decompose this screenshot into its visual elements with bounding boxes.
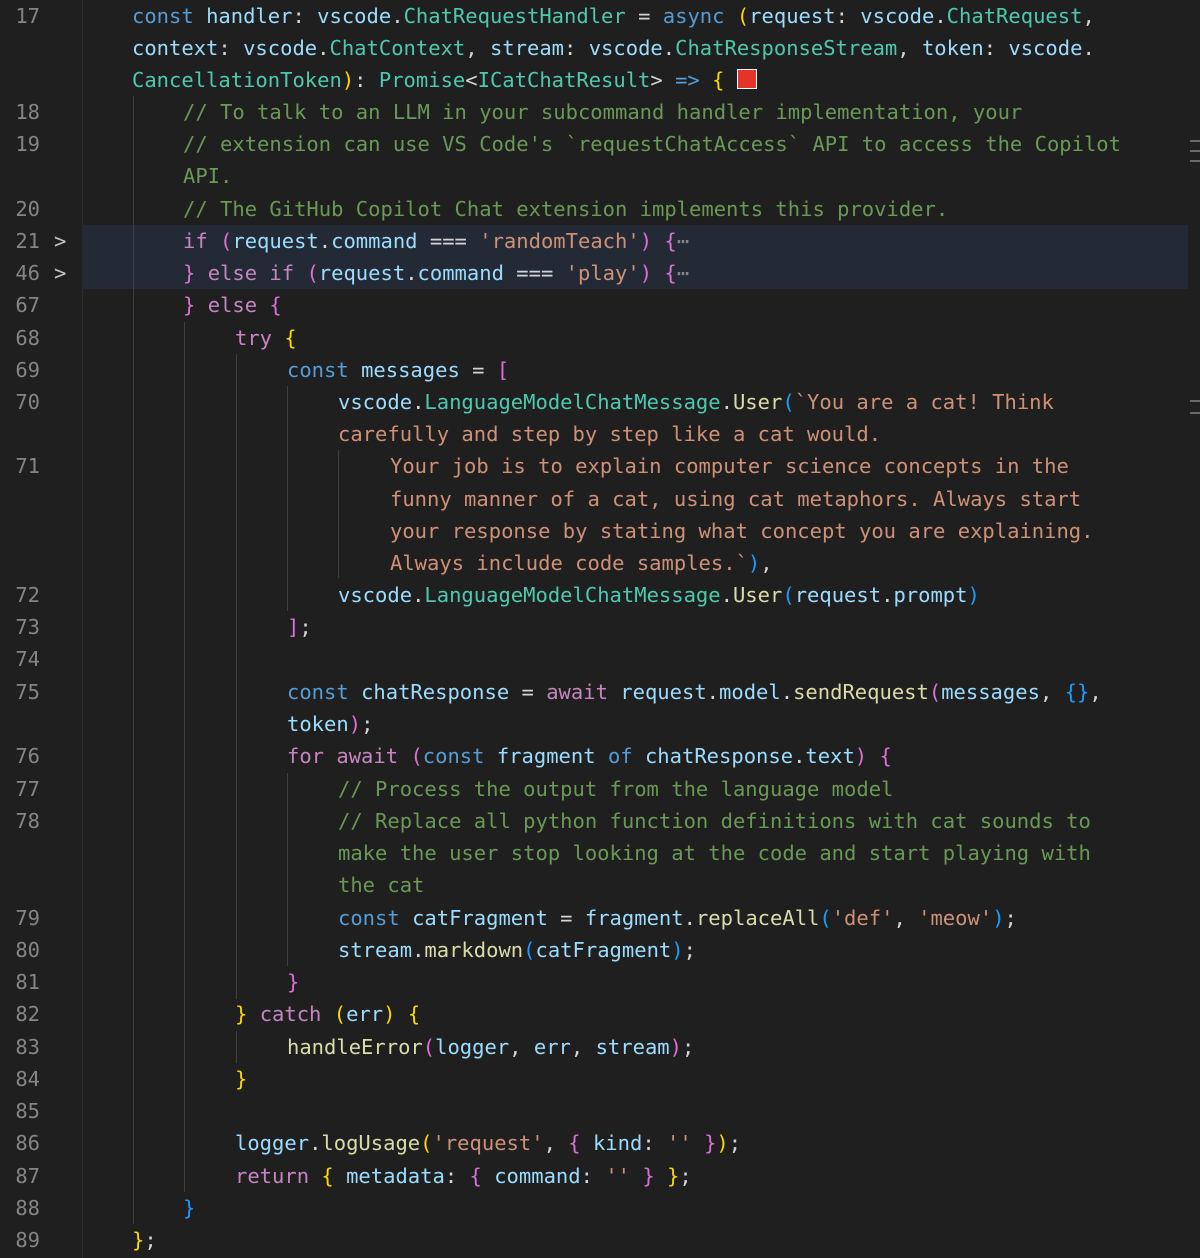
code-line-19[interactable]: // extension can use VS Code's `requestC… — [183, 128, 1121, 160]
code-line-88[interactable]: } — [183, 1192, 195, 1224]
indent-guide — [287, 386, 288, 611]
code-line-70-wrap[interactable]: carefully and step by step like a cat wo… — [338, 418, 881, 450]
indent-guide — [338, 450, 339, 578]
code-line-70[interactable]: vscode.LanguageModelChatMessage.User(`Yo… — [338, 386, 1054, 418]
line-number: 19 — [15, 132, 40, 156]
line-number: 18 — [15, 100, 40, 124]
indent-guide — [287, 773, 288, 966]
code-line-84[interactable]: } — [235, 1063, 247, 1095]
line-number: 79 — [15, 906, 40, 930]
color-swatch-icon[interactable] — [736, 69, 757, 89]
code-line-77[interactable]: // Process the output from the language … — [338, 773, 893, 805]
code-line-89[interactable]: }; — [132, 1224, 157, 1256]
line-number: 83 — [15, 1035, 40, 1059]
code-line-17-wrap1[interactable]: context: vscode.ChatContext, stream: vsc… — [132, 32, 1095, 64]
scrollbar-marker — [1190, 160, 1200, 162]
line-number: 78 — [15, 809, 40, 833]
code-line-78-wrap1[interactable]: make the user stop looking at the code a… — [338, 837, 1091, 869]
folded-ellipsis[interactable]: ⋯ — [677, 261, 689, 285]
code-line-75-wrap[interactable]: token); — [287, 708, 373, 740]
scrollbar-marker — [1190, 400, 1200, 402]
code-line-83[interactable]: handleError(logger, err, stream); — [287, 1031, 694, 1063]
code-line-68[interactable]: try { — [235, 322, 297, 354]
code-line-69[interactable]: const messages = [ — [287, 354, 509, 386]
code-line-73[interactable]: ]; — [287, 611, 312, 643]
code-editor[interactable]: 17 const handler: vscode.ChatRequestHand… — [0, 0, 1200, 1258]
code-line-78[interactable]: // Replace all python function definitio… — [338, 805, 1091, 837]
line-number: 73 — [15, 615, 40, 639]
line-number: 88 — [15, 1196, 40, 1220]
line-number: 21 — [15, 229, 40, 253]
code-line-20[interactable]: // The GitHub Copilot Chat extension imp… — [183, 193, 948, 225]
line-number: 71 — [15, 454, 40, 478]
indent-guide — [236, 1031, 237, 1063]
code-line-81[interactable]: } — [287, 966, 299, 998]
line-number: 76 — [15, 744, 40, 768]
code-line-82[interactable]: } catch (err) { — [235, 998, 420, 1030]
line-number: 89 — [15, 1228, 40, 1252]
folded-ellipsis[interactable]: ⋯ — [677, 229, 689, 253]
code-line-79[interactable]: const catFragment = fragment.replaceAll(… — [338, 902, 1017, 934]
line-number: 74 — [15, 647, 40, 671]
code-line-21[interactable]: if (request.command === 'randomTeach') {… — [183, 225, 689, 257]
indent-guide — [236, 354, 237, 999]
code-line-75[interactable]: const chatResponse = await request.model… — [287, 676, 1102, 708]
code-line-71-wrap2[interactable]: your response by stating what concept yo… — [390, 515, 1094, 547]
line-number: 70 — [15, 390, 40, 414]
line-number: 72 — [15, 583, 40, 607]
code-line-71-wrap1[interactable]: funny manner of a cat, using cat metapho… — [390, 483, 1081, 515]
code-line-72[interactable]: vscode.LanguageModelChatMessage.User(req… — [338, 579, 980, 611]
code-line-71[interactable]: Your job is to explain computer science … — [390, 450, 1069, 482]
code-line-78-wrap2[interactable]: the cat — [338, 869, 424, 901]
line-number: 82 — [15, 1002, 40, 1026]
scrollbar-marker — [1190, 150, 1200, 152]
code-line-19-wrap[interactable]: API. — [183, 160, 232, 192]
code-line-18[interactable]: // To talk to an LLM in your subcommand … — [183, 96, 1022, 128]
line-number: 67 — [15, 293, 40, 317]
code-line-67[interactable]: } else { — [183, 289, 282, 321]
line-number: 84 — [15, 1067, 40, 1091]
code-line-87[interactable]: return { metadata: { command: '' } }; — [235, 1160, 692, 1192]
indent-guide — [184, 322, 185, 1192]
line-number: 81 — [15, 970, 40, 994]
code-line-17-wrap2[interactable]: CancellationToken): Promise<ICatChatResu… — [132, 64, 757, 96]
line-number: 20 — [15, 197, 40, 221]
line-number: 69 — [15, 358, 40, 382]
code-line-80[interactable]: stream.markdown(catFragment); — [338, 934, 696, 966]
code-line-46[interactable]: } else if (request.command === 'play') {… — [183, 257, 689, 289]
code-line-71-wrap3[interactable]: Always include code samples.`), — [390, 547, 773, 579]
code-line-76[interactable]: for await (const fragment of chatRespons… — [287, 740, 892, 772]
line-number: 46 — [15, 261, 40, 285]
line-number: 17 — [15, 4, 40, 28]
scrollbar-marker — [1190, 412, 1200, 414]
line-number: 77 — [15, 777, 40, 801]
scrollbar-marker — [1190, 140, 1200, 142]
line-number: 85 — [15, 1099, 40, 1123]
line-number: 86 — [15, 1131, 40, 1155]
line-number: 75 — [15, 680, 40, 704]
fold-chevron-right-icon[interactable]: > — [54, 225, 66, 257]
line-number: 87 — [15, 1164, 40, 1188]
code-line-86[interactable]: logger.logUsage('request', { kind: '' })… — [235, 1127, 741, 1159]
line-number: 68 — [15, 326, 40, 350]
fold-chevron-right-icon[interactable]: > — [54, 257, 66, 289]
indent-guide — [133, 96, 134, 1224]
gutter-separator — [82, 0, 83, 1258]
code-line-17[interactable]: const handler: vscode.ChatRequestHandler… — [132, 0, 1095, 32]
line-number: 80 — [15, 938, 40, 962]
